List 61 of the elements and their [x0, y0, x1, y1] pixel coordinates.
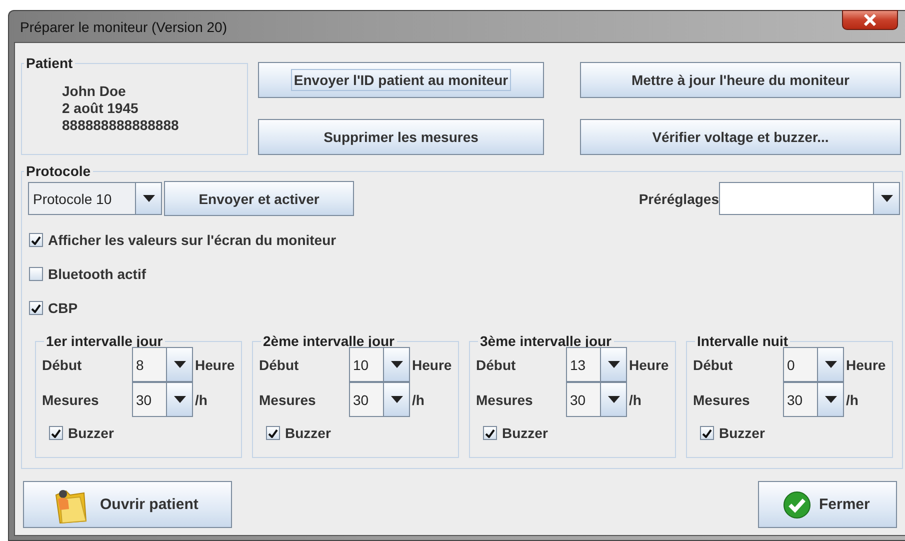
field-label: Début [693, 356, 734, 372]
close-icon [863, 14, 877, 26]
action-button[interactable]: Envoyer l'ID patient au moniteur [258, 62, 544, 98]
checkbox-label: Buzzer [285, 425, 331, 441]
group-title: Protocole [25, 163, 92, 179]
unit-label: Heure [194, 356, 235, 372]
start-dropdown[interactable]: 10 [349, 347, 410, 382]
start-dropdown[interactable]: 8 [132, 347, 193, 382]
action-button[interactable]: Vérifier voltage et buzzer... [580, 118, 901, 154]
field-label: Début [42, 356, 83, 372]
presets-dropdown[interactable] [719, 182, 900, 215]
protocol-dropdown[interactable]: Protocole 10 [28, 182, 162, 215]
field-label: Mesures [42, 392, 100, 408]
checkbox-label: CBP [48, 300, 78, 316]
checkbox[interactable] [29, 301, 43, 315]
patient-info: 888888888888888 [62, 117, 180, 134]
group-title: 1er intervalle jour [45, 333, 164, 349]
checkbox-label: Buzzer [68, 425, 114, 441]
close-button[interactable] [842, 10, 898, 30]
unit-label: Heure [628, 356, 669, 372]
field-label: Début [259, 356, 300, 372]
field-label: Mesures [476, 392, 534, 408]
patient-info: 2 août 1945 [62, 100, 140, 117]
count-dropdown[interactable]: 30 [566, 382, 627, 417]
checkbox[interactable] [49, 426, 63, 440]
count-dropdown[interactable]: 30 [132, 382, 193, 417]
count-dropdown[interactable]: 30 [349, 382, 410, 417]
unit-label: /h [411, 392, 424, 408]
start-dropdown[interactable]: 0 [783, 347, 844, 382]
checkbox-label: Buzzer [502, 425, 548, 441]
checkbox[interactable] [29, 233, 43, 247]
unit-label: /h [628, 392, 642, 408]
group-title: 2ème intervalle jour [262, 333, 396, 349]
checkbox[interactable] [266, 426, 280, 440]
checkbox[interactable] [483, 426, 497, 440]
unit-label: /h [845, 392, 858, 408]
check-icon [783, 490, 811, 518]
send-button[interactable]: Envoyer et activer [164, 181, 354, 216]
presets-label: Préréglages [638, 190, 719, 206]
checkbox[interactable] [29, 267, 43, 281]
start-dropdown[interactable]: 13 [566, 347, 627, 382]
checkbox-label: Afficher les valeurs sur l'écran du moniteur [48, 232, 336, 248]
checkbox[interactable] [700, 426, 714, 440]
action-button[interactable]: Supprimer les mesures [258, 118, 544, 154]
group-title: Patient [25, 55, 74, 71]
checkbox-label: Bluetooth actif [48, 266, 146, 282]
group-title: 3ème intervalle jour [479, 333, 613, 349]
field-label: Mesures [259, 392, 317, 408]
count-dropdown[interactable]: 30 [783, 382, 844, 417]
checkbox-label: Buzzer [719, 425, 765, 441]
window-title: Préparer le moniteur (Version 20) [19, 18, 227, 34]
unit-label: /h [194, 392, 208, 408]
dialog-button[interactable]: Fermer [758, 481, 897, 528]
unit-label: Heure [845, 356, 886, 372]
action-button[interactable]: Mettre à jour l'heure du moniteur [580, 62, 901, 98]
group-title: Intervalle nuit [696, 333, 790, 349]
field-label: Début [476, 356, 517, 372]
unit-label: Heure [411, 356, 452, 372]
patient-info: John Doe [62, 83, 127, 100]
dialog-button[interactable]: Ouvrir patient [23, 481, 232, 528]
field-label: Mesures [693, 392, 751, 408]
